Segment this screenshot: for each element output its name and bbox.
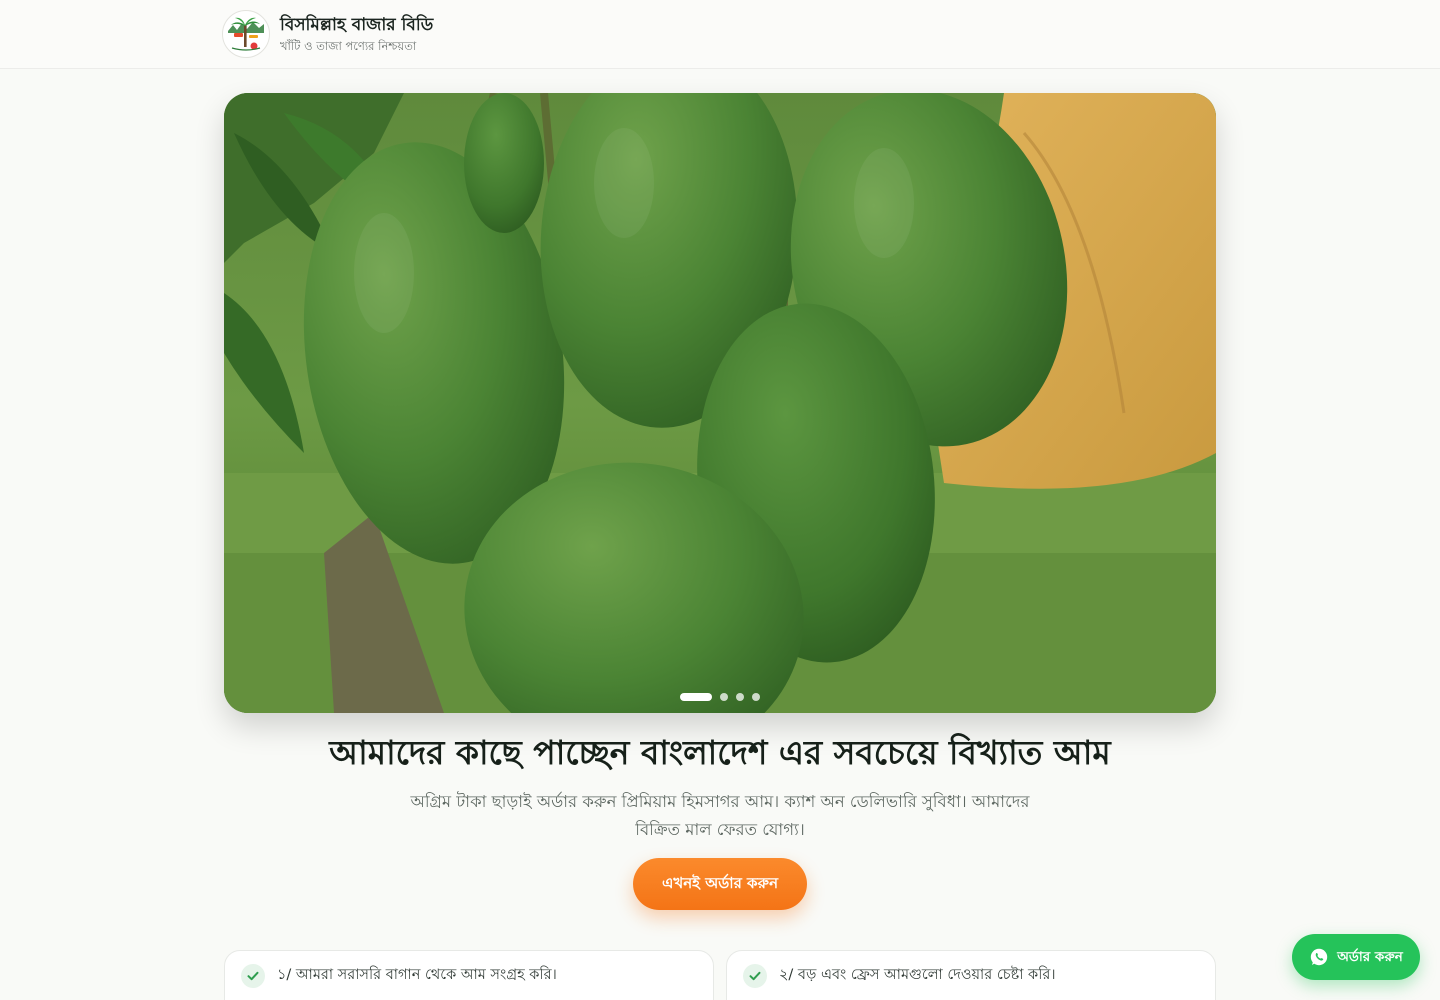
feature-text: ২/ বড় এবং ফ্রেস আমগুলো দেওয়ার চেষ্টা ক… [779, 967, 1056, 983]
slider-dot-3[interactable] [736, 693, 744, 701]
order-now-button[interactable]: এখনই অর্ডার করুন [633, 858, 807, 910]
feature-card: ২/ বড় এবং ফ্রেস আমগুলো দেওয়ার চেষ্টা ক… [726, 950, 1216, 1000]
whatsapp-icon [1309, 947, 1329, 967]
whatsapp-order-button[interactable]: অর্ডার করুন [1292, 934, 1420, 980]
brand-tagline: খাঁটি ও তাজা পণ্যের নিশ্চয়তা [280, 39, 417, 53]
mango-hero-image [224, 93, 1216, 713]
check-icon [241, 964, 265, 988]
slider-dot-1[interactable] [680, 693, 712, 701]
brand-logo[interactable] [222, 10, 270, 58]
palm-tree-logo-icon [224, 12, 268, 56]
slider-dots [224, 693, 1216, 701]
feature-card: ১/ আমরা সরাসরি বাগান থেকে আম সংগ্রহ করি। [224, 950, 714, 1000]
brand-name[interactable]: বিসমিল্লাহ বাজার বিডি [280, 14, 433, 36]
hero-description: অগ্রিম টাকা ছাড়াই অর্ডার করুন প্রিমিয়া… [410, 792, 1030, 839]
slider-dot-2[interactable] [720, 693, 728, 701]
check-icon [743, 964, 767, 988]
feature-text: ১/ আমরা সরাসরি বাগান থেকে আম সংগ্রহ করি। [277, 967, 557, 983]
brand-text: বিসমিল্লাহ বাজার বিডি খাঁটি ও তাজা পণ্যে… [280, 14, 433, 54]
site-header: বিসমিল্লাহ বাজার বিডি খাঁটি ও তাজা পণ্যে… [0, 0, 1440, 69]
slider-dot-4[interactable] [752, 693, 760, 701]
whatsapp-button-label: অর্ডার করুন [1337, 948, 1403, 965]
hero-slider[interactable] [224, 93, 1216, 713]
page-headline: আমাদের কাছে পাচ্ছেন বাংলাদেশ এর সবচেয়ে … [329, 733, 1111, 772]
brand[interactable]: বিসমিল্লাহ বাজার বিডি খাঁটি ও তাজা পণ্যে… [222, 10, 433, 58]
